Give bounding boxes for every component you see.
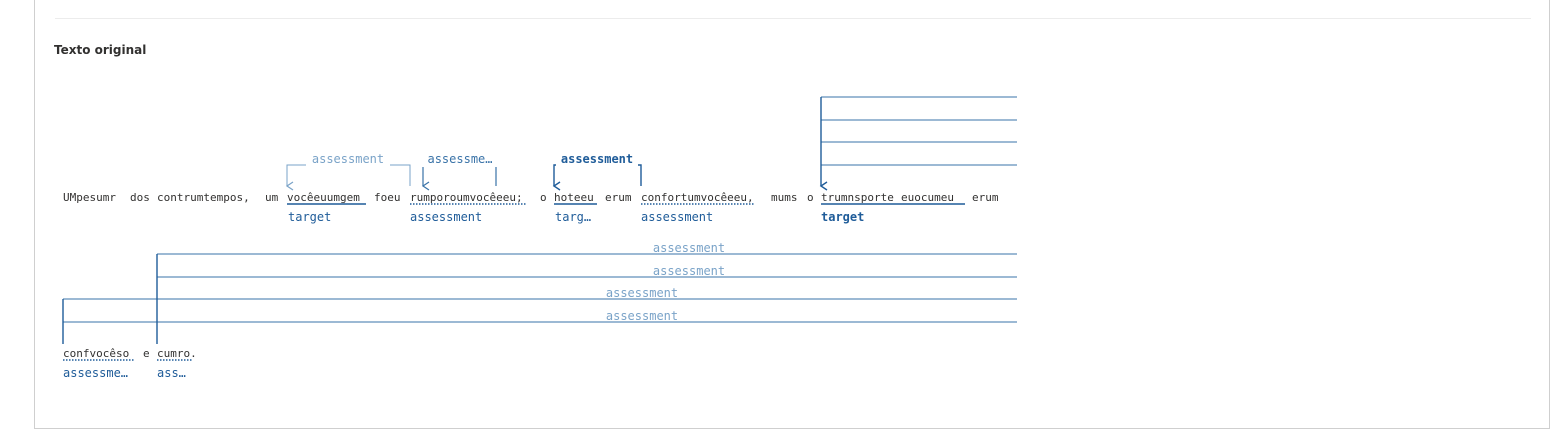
arc-label[interactable]: assessment — [653, 264, 725, 278]
token-entity[interactable]: vocêeuumgem — [287, 191, 360, 204]
entity-label[interactable]: targ… — [555, 210, 591, 224]
relation-arc — [552, 164, 642, 191]
token: erum — [972, 191, 999, 204]
token: o — [807, 191, 814, 204]
text-line-1: UMpesumr dos contrumtempos, um vocêeuumg… — [63, 191, 999, 204]
token: um — [265, 191, 279, 204]
arc-label[interactable]: assessment — [653, 241, 725, 255]
entity-labels-line1: target assessment targ… assessment targe… — [288, 210, 864, 224]
text-line-2: confvocêso e cumro. — [63, 347, 197, 360]
token-entity[interactable]: confortumvocêeeu, — [641, 191, 754, 204]
entity-labels-line2: assessme… ass… — [63, 366, 186, 380]
token: e — [143, 347, 150, 360]
token: mums — [771, 191, 798, 204]
token-entity[interactable]: euocumeu — [901, 191, 954, 204]
arc-label[interactable]: assessme… — [427, 152, 492, 166]
token: o — [540, 191, 547, 204]
arc-labels-line1: assessment assessme… assessment — [306, 152, 638, 167]
token: UMpesumr — [63, 191, 116, 204]
token: foeu — [374, 191, 401, 204]
arc-label[interactable]: assessment — [312, 152, 384, 166]
entity-label[interactable]: assessme… — [63, 366, 128, 380]
relation-arc — [285, 164, 411, 191]
entity-label[interactable]: target — [821, 210, 864, 224]
entity-label[interactable]: target — [288, 210, 331, 224]
arc-labels-line2: assessment assessment assessment assessm… — [599, 241, 732, 323]
token: contrumtempos, — [157, 191, 250, 204]
token: dos — [130, 191, 150, 204]
relation-arc — [421, 164, 497, 191]
token-entity[interactable]: hoteeu — [554, 191, 594, 204]
arc-label[interactable]: assessment — [606, 286, 678, 300]
arc-label[interactable]: assessment — [606, 309, 678, 323]
entity-label[interactable]: assessment — [641, 210, 713, 224]
arc-group-line1 — [285, 164, 642, 191]
span-bracket-group-top — [819, 96, 1017, 191]
entity-label[interactable]: ass… — [157, 366, 186, 380]
span-bracket-group-line2 — [62, 253, 1017, 344]
entity-label[interactable]: assessment — [410, 210, 482, 224]
token: erum — [605, 191, 632, 204]
token-entity[interactable]: trumnsporte — [821, 191, 894, 204]
relation-visualization: assessment assessme… assessment UMpesumr… — [62, 96, 1017, 380]
token-entity[interactable]: rumporoumvocêeeu; — [410, 191, 523, 204]
arc-label[interactable]: assessment — [561, 152, 633, 166]
token-entity[interactable]: cumro. — [157, 347, 197, 360]
token-entity[interactable]: confvocêso — [63, 347, 129, 360]
